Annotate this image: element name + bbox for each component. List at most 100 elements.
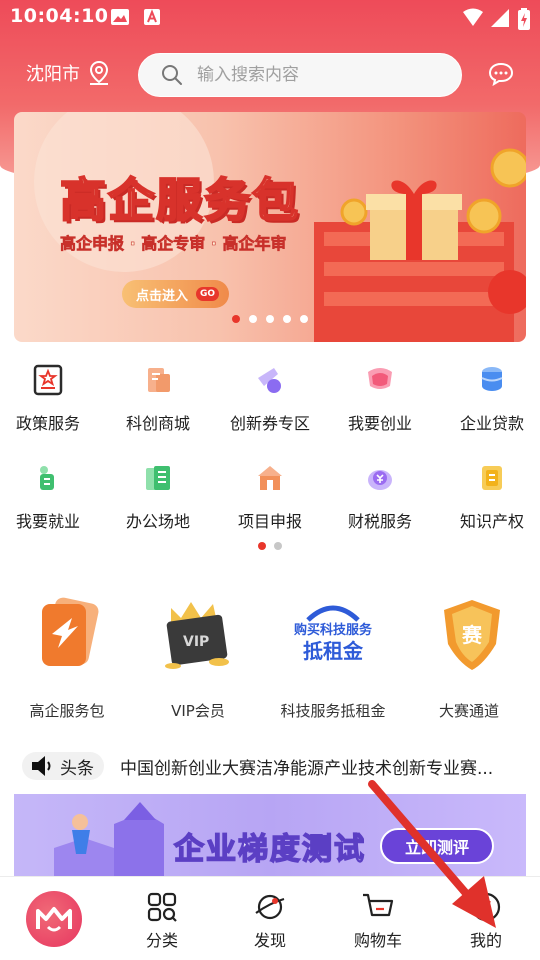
tech-service-rent-image: 购买科技服务 抵租金 xyxy=(294,605,373,663)
service-item-voucher[interactable]: 创新券专区 xyxy=(216,362,324,434)
wifi-icon xyxy=(463,8,483,26)
discover-icon xyxy=(255,894,285,920)
featured-label: 大赛通道 xyxy=(438,702,499,720)
service-item-employment[interactable]: 我要就业 xyxy=(0,460,102,532)
service-item-policy[interactable]: 政策服务 xyxy=(0,362,102,434)
banner-dot[interactable] xyxy=(232,315,240,323)
category-icon xyxy=(147,892,177,922)
evaluate-now-button[interactable]: 立即测评 xyxy=(380,828,494,864)
high-tech-package-image xyxy=(42,597,99,666)
banner-enter-button[interactable]: 点击进入 GO xyxy=(122,280,230,308)
service-label: 政策服务 xyxy=(15,414,80,433)
app-notification-icon xyxy=(144,9,160,25)
nav-label: 发现 xyxy=(253,931,286,950)
ip-icon xyxy=(482,466,502,490)
banner-cta-label: 点击进入 xyxy=(136,288,189,304)
headline-tag-label: 头条 xyxy=(60,758,94,779)
nav-cart[interactable]: 购物车 xyxy=(324,877,432,960)
nav-home[interactable] xyxy=(0,877,108,960)
banner-title: 高企服务包 xyxy=(59,172,300,228)
loan-icon xyxy=(481,367,503,391)
banner-dot[interactable] xyxy=(283,315,291,323)
nav-label: 分类 xyxy=(145,931,178,950)
competition-image-text: 赛 xyxy=(461,623,483,647)
search-bar[interactable] xyxy=(138,53,462,97)
service-label: 办公场地 xyxy=(125,512,190,531)
featured-tech-service-rent[interactable]: 购买科技服务 抵租金 科技服务抵租金 xyxy=(268,596,398,721)
ad-title: 企业梯度测试 xyxy=(173,831,366,868)
service-item-startup[interactable]: 我要创业 xyxy=(326,362,434,434)
featured-high-tech-package[interactable]: 高企服务包 xyxy=(2,596,132,721)
employment-icon xyxy=(40,466,54,490)
bottom-navigation: 分类 发现 购物车 我的 xyxy=(0,876,540,960)
service-grid-pagination xyxy=(258,542,282,550)
service-label: 我要就业 xyxy=(15,512,80,531)
home-logo-icon xyxy=(26,891,82,947)
headline-text[interactable]: 中国创新创业大赛洁净能源产业技术创新专业赛... xyxy=(120,754,518,779)
message-icon[interactable] xyxy=(488,62,514,86)
gift-box-icon xyxy=(366,180,462,260)
rent-image-text-bottom: 抵租金 xyxy=(303,639,364,663)
nav-profile[interactable]: 我的 xyxy=(432,877,540,960)
status-time: 10:04:10 xyxy=(10,5,109,27)
headline-tag: 头条 xyxy=(22,752,104,780)
banner-pagination xyxy=(232,315,308,323)
service-label: 知识产权 xyxy=(459,512,524,531)
featured-competition[interactable]: 赛 大赛通道 xyxy=(404,596,534,721)
featured-vip-member[interactable]: VIP VIP会员 xyxy=(133,596,263,721)
profile-icon xyxy=(471,892,501,922)
service-item-office[interactable]: 办公场地 xyxy=(104,460,212,532)
go-badge: GO xyxy=(196,287,220,301)
service-label: 项目申报 xyxy=(237,512,302,531)
service-item-tax[interactable]: 财税服务 xyxy=(326,460,434,532)
search-input[interactable] xyxy=(197,65,437,85)
status-bar: 10:04:10 xyxy=(0,0,540,36)
battery-icon xyxy=(518,8,530,30)
svg-text:VIP: VIP xyxy=(183,634,209,650)
service-label: 企业贷款 xyxy=(459,414,524,433)
featured-label: 高企服务包 xyxy=(29,702,105,720)
banner-subtitle: 高企申报 · 高企专审 · 高企年审 xyxy=(60,234,287,254)
news-ticker[interactable]: 头条 中国创新创业大赛洁净能源产业技术创新专业赛... xyxy=(22,752,522,780)
competition-shield-image: 赛 xyxy=(444,600,500,670)
nav-label: 购物车 xyxy=(353,931,402,950)
service-item-ip[interactable]: 知识产权 xyxy=(438,460,540,532)
enterprise-test-banner[interactable]: 企业梯度测试 立即测评 xyxy=(14,794,526,878)
vip-card-image: VIP xyxy=(165,602,229,669)
mall-icon xyxy=(148,368,170,392)
nav-category[interactable]: 分类 xyxy=(108,877,216,960)
location-pin-icon xyxy=(89,60,109,85)
service-item-project[interactable]: 项目申报 xyxy=(216,460,324,532)
grid-page-dot[interactable] xyxy=(274,542,282,550)
home-logo-mark xyxy=(36,907,72,932)
service-item-loan[interactable]: 企业贷款 xyxy=(438,362,540,434)
service-label: 科创商城 xyxy=(125,414,190,433)
banner-dot[interactable] xyxy=(300,315,308,323)
cart-icon xyxy=(363,893,394,917)
service-label: 财税服务 xyxy=(347,512,412,531)
nav-discover[interactable]: 发现 xyxy=(216,877,324,960)
grid-page-dot[interactable] xyxy=(258,542,266,550)
voucher-icon xyxy=(258,368,281,393)
rent-image-text-top: 购买科技服务 xyxy=(294,622,373,638)
location-selector[interactable]: 沈阳市 xyxy=(26,60,110,86)
signal-icon xyxy=(491,9,509,27)
promo-banner[interactable]: 高企服务包 高企申报 · 高企专审 · 高企年审 点击进入 GO xyxy=(14,112,526,342)
office-icon xyxy=(146,466,170,490)
featured-label: 科技服务抵租金 xyxy=(280,702,386,720)
service-item-mall[interactable]: 科创商城 xyxy=(104,362,212,434)
city-label: 沈阳市 xyxy=(26,64,80,85)
project-icon xyxy=(258,466,282,490)
gallery-notification-icon xyxy=(111,9,129,25)
startup-icon xyxy=(368,368,392,389)
search-icon xyxy=(162,65,182,85)
policy-icon xyxy=(33,364,63,396)
tax-icon xyxy=(368,470,392,490)
nav-label: 我的 xyxy=(469,931,502,950)
speaker-icon xyxy=(32,756,51,776)
service-label: 创新券专区 xyxy=(229,414,310,433)
banner-dot[interactable] xyxy=(249,315,257,323)
banner-dot[interactable] xyxy=(266,315,274,323)
service-label: 我要创业 xyxy=(347,414,412,433)
featured-label: VIP会员 xyxy=(171,702,225,720)
